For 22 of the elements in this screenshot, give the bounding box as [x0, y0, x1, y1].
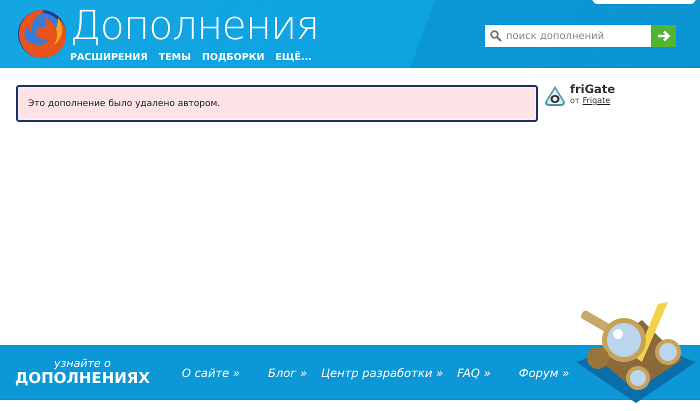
footer-link[interactable]: Форум »: [518, 366, 570, 380]
arrow-right-icon: [656, 30, 670, 42]
footer-link[interactable]: FAQ »: [457, 366, 491, 380]
addon-name: friGate: [570, 82, 616, 96]
footer-tagline: узнайте о: [54, 358, 111, 370]
search-button[interactable]: [651, 25, 676, 47]
footer-link[interactable]: О сайте »: [182, 366, 240, 380]
author-label: от: [570, 96, 580, 105]
firefox-logo-icon[interactable]: [16, 7, 68, 59]
author-link[interactable]: Frigate: [582, 96, 610, 105]
page-title: Дополнения: [70, 4, 319, 48]
nav-link[interactable]: РАСШИРЕНИЯ: [70, 52, 148, 63]
removed-notice: Это дополнение было удалено автором.: [16, 85, 538, 122]
nav-link[interactable]: ПОДБОРКИ: [202, 52, 264, 63]
addon-icon: [544, 85, 566, 107]
search-icon: [490, 30, 502, 42]
footer-link[interactable]: Центр разработки »: [321, 366, 444, 380]
footer-link[interactable]: Блог »: [268, 366, 308, 380]
nav-link[interactable]: ЕЩЁ...: [275, 52, 312, 63]
search-field[interactable]: поиск дополнений: [485, 25, 651, 47]
footer-heading: ДОПОЛНЕНИЯХ: [15, 370, 150, 387]
nav-link[interactable]: ТЕМЫ: [158, 52, 191, 63]
